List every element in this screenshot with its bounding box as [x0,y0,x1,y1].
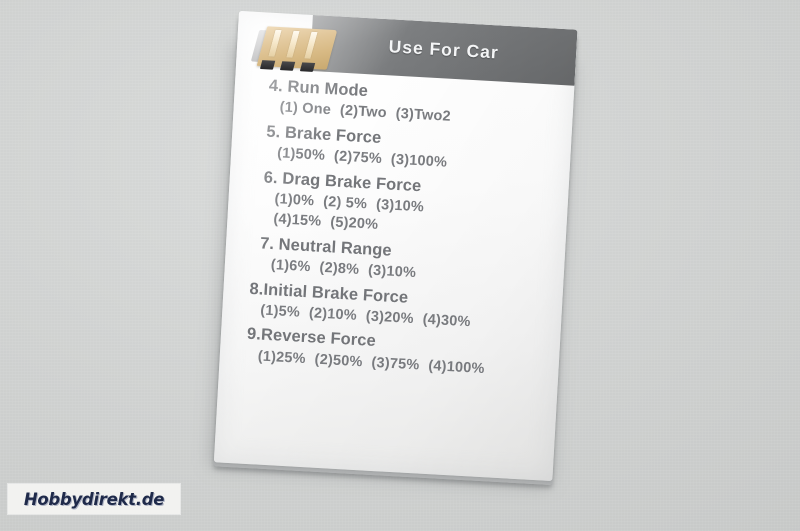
connector-pin [268,29,282,57]
connector-pin [286,30,300,58]
option-value: (2)8% [319,259,360,278]
option-value: (2)50% [314,351,363,371]
watermark-text: Hobbydirekt.de [23,489,165,509]
card-header-title: Use For Car [388,35,500,62]
option-value: (4)15% [273,211,322,230]
option-value: (1)5% [259,302,301,321]
option-value: (4)30% [422,311,472,331]
option-value: (1)6% [270,256,311,276]
option-value: (3)75% [371,354,420,374]
connector-pin [304,31,318,59]
option-value: (3)100% [390,151,448,172]
connector-foot [259,60,276,70]
card-header-band: Use For Car [309,14,578,86]
option-value: (2)75% [333,148,383,168]
option-value: (1) One [279,99,332,119]
connector-foot [279,61,296,71]
option-value: (3)10% [367,262,417,282]
option-value: (4)100% [427,357,485,378]
connector-foot [299,62,316,72]
card-front-face: Use For Car 4. Run Mode (1) One (2)Two (3)… [213,10,578,482]
watermark: Hobbydirekt.de [8,484,180,514]
option-value: (1)50% [276,145,326,165]
option-value: (3)10% [375,197,425,216]
gold-connector-tab [250,26,338,72]
option-value: (2)10% [308,305,358,324]
option-value: (1)25% [257,348,307,368]
option-value: (2)Two [339,103,388,122]
esc-program-card: Use For Car 4. Run Mode (1) One (2)Two (3)… [213,10,578,487]
option-value: (3)Two2 [395,106,452,126]
option-value: (3)20% [365,308,415,328]
photo-scene: Use For Car 4. Run Mode (1) One (2)Two (3)… [0,0,800,531]
option-value: (2) 5% [322,194,368,213]
option-value: (1)0% [274,191,315,210]
settings-list: 4. Run Mode (1) One (2)Two (3)Two2 5. Brak… [219,73,574,387]
option-value: (5)20% [329,214,379,233]
